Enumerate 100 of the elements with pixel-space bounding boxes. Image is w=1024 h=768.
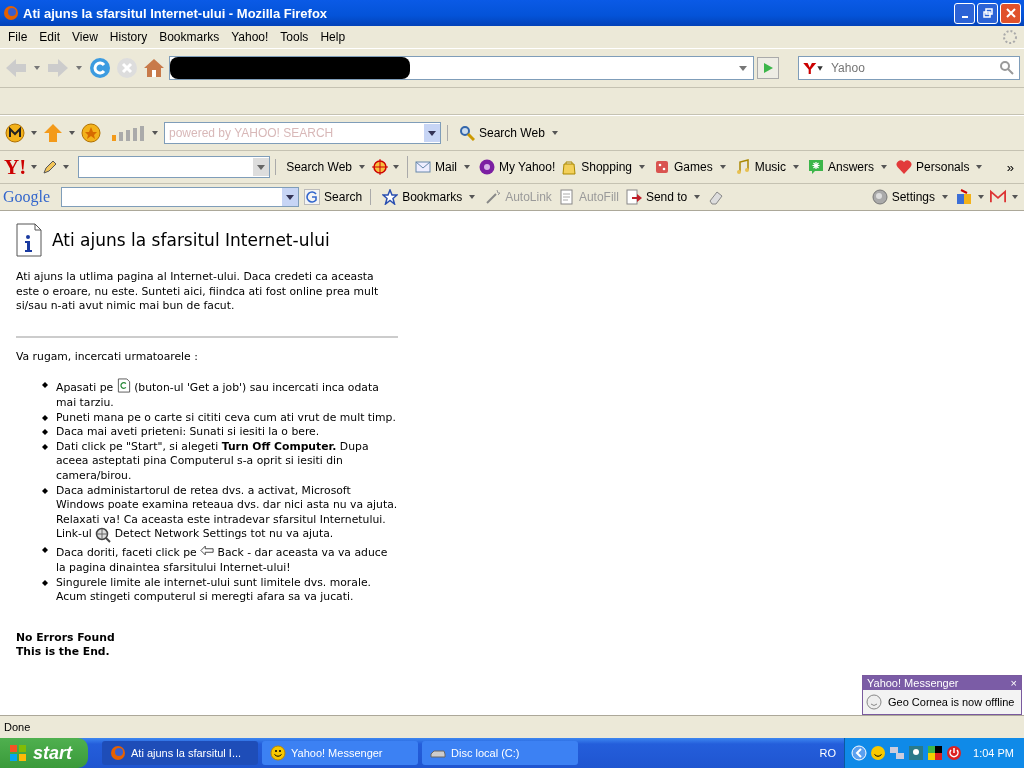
- caret-icon[interactable]: [34, 66, 40, 70]
- taskbar-button[interactable]: Yahoo! Messenger: [262, 741, 418, 765]
- google-logo[interactable]: Google: [3, 188, 51, 206]
- language-indicator[interactable]: RO: [819, 747, 837, 759]
- caret-icon[interactable]: [31, 131, 37, 135]
- more-button[interactable]: »: [1000, 159, 1020, 175]
- caret-icon: [359, 165, 365, 169]
- menu-item[interactable]: File: [2, 30, 34, 44]
- caret-icon[interactable]: [393, 165, 399, 169]
- m-badge-icon[interactable]: [5, 123, 25, 143]
- address-field[interactable]: [169, 56, 754, 80]
- music-note-icon: [734, 159, 751, 175]
- my-badge-icon: [479, 159, 495, 175]
- power-icon[interactable]: [946, 745, 963, 761]
- caret-icon[interactable]: [978, 195, 984, 199]
- home-icon[interactable]: [142, 56, 166, 80]
- throbber-icon: [1002, 29, 1018, 45]
- gmail-icon[interactable]: [990, 189, 1006, 205]
- reload-icon[interactable]: [88, 56, 112, 80]
- search-input[interactable]: Yahoo: [827, 61, 999, 75]
- g-square-icon: [304, 189, 321, 205]
- pencil-icon[interactable]: [42, 159, 59, 175]
- caret-icon[interactable]: [63, 165, 70, 169]
- close-button[interactable]: [1000, 2, 1021, 24]
- yahoo-search-field[interactable]: powered by YAHOO! SEARCH: [164, 122, 441, 144]
- minimize-button[interactable]: [954, 2, 975, 24]
- wand-icon: [485, 189, 502, 205]
- colored-squares-icon[interactable]: [927, 745, 944, 761]
- yahoo-logo[interactable]: Y!: [4, 157, 27, 177]
- speech-bubble-icon: [808, 159, 824, 175]
- caret-icon: [464, 165, 470, 169]
- toolbar-button[interactable]: Shopping: [559, 157, 650, 177]
- search-icon: [459, 125, 475, 141]
- menu-item[interactable]: Edit: [33, 30, 67, 44]
- caret-icon[interactable]: [76, 66, 82, 70]
- bullet-icon: [42, 382, 48, 389]
- bullet-icon: [42, 414, 48, 421]
- footer-text: This is the End.: [16, 645, 111, 660]
- smiley-icon[interactable]: [870, 745, 887, 761]
- toolbar-button[interactable]: Music: [732, 157, 804, 177]
- window-title: Ati ajuns la sfarsitul Internet-ului - Mozilla Firefox: [23, 5, 329, 21]
- menu-item[interactable]: History: [103, 30, 154, 44]
- caret-icon: [551, 131, 558, 135]
- star-icon: [382, 189, 399, 205]
- menu-item[interactable]: Tools: [274, 30, 315, 44]
- settings-button[interactable]: Settings: [869, 187, 953, 207]
- taskbar-button[interactable]: Disc local (C:): [422, 741, 578, 765]
- caret-icon[interactable]: [69, 131, 75, 135]
- play-icon: [762, 62, 774, 74]
- smiley-icon: [866, 694, 882, 710]
- chevron-left-icon[interactable]: [851, 745, 868, 761]
- caret-icon[interactable]: [152, 131, 158, 135]
- toolbar-button[interactable]: My Yahoo!: [477, 157, 558, 177]
- star-badge-icon[interactable]: [81, 123, 101, 143]
- list-item-text: Daca doriti, faceti click pe Back - dar aceasta va va aduce la pagina dinaintea sfarsitului Internet-ului!: [56, 543, 398, 576]
- search-input[interactable]: powered by YAHOO! SEARCH: [165, 126, 424, 140]
- toolbar-button[interactable]: Bookmarks: [380, 187, 481, 207]
- menu-item[interactable]: Bookmarks: [153, 30, 226, 44]
- windows-flag-icon: [8, 743, 28, 763]
- caret-icon[interactable]: [31, 165, 38, 169]
- toolbar-button[interactable]: Send to: [623, 187, 706, 207]
- close-icon: [1005, 8, 1016, 18]
- puzzle-icon[interactable]: [956, 189, 972, 205]
- restore-button[interactable]: [977, 2, 998, 24]
- yahoo-toolbar-search-field[interactable]: [78, 156, 271, 178]
- toolbar-button[interactable]: Mail: [413, 157, 475, 177]
- taskbar-button[interactable]: Ati ajuns la sfarsitul I...: [102, 741, 258, 765]
- google-search-field[interactable]: [61, 187, 300, 207]
- heart-icon: [896, 159, 913, 175]
- toolbar-button[interactable]: Search Web: [284, 158, 370, 176]
- eraser-icon[interactable]: [708, 189, 725, 205]
- clock: 1:04 PM: [973, 747, 1014, 759]
- caret-icon[interactable]: [739, 65, 747, 71]
- caret-icon: [694, 195, 701, 199]
- notification-title: Yahoo! Messenger: [867, 677, 959, 689]
- footer-text: No Errors Found: [16, 630, 116, 646]
- caret-icon: [976, 165, 983, 169]
- notification-message: Geo Cornea is now offline: [888, 696, 1015, 708]
- search-icon[interactable]: [999, 60, 1015, 76]
- tray-app-icon[interactable]: [908, 745, 925, 761]
- status-text: Done: [4, 721, 31, 733]
- toolbar-button[interactable]: Answers: [806, 157, 893, 177]
- caret-icon: [469, 195, 476, 199]
- caret-icon[interactable]: [1012, 195, 1018, 199]
- search-field[interactable]: Yahoo: [798, 56, 1020, 80]
- search-web-button[interactable]: Search Web: [457, 123, 563, 143]
- prompt-text: Va rugam, incercati urmatoarele :: [16, 349, 199, 365]
- crosshair-icon[interactable]: [372, 159, 388, 175]
- bullet-icon: [42, 443, 48, 450]
- list-item-text: Dati click pe "Start", si alegeti Turn Off Computer. Dupa aceea asteptati pina Computerul s-a oprit si iesiti din camera/birou.: [56, 439, 370, 484]
- engine-menu-icon[interactable]: [802, 61, 824, 75]
- toolbar-button[interactable]: Personals: [894, 157, 988, 177]
- caret-icon: [793, 165, 799, 169]
- toolbar-button[interactable]: Search: [302, 187, 365, 207]
- close-button[interactable]: ×: [1010, 677, 1017, 689]
- menu-item[interactable]: Yahoo!: [225, 30, 275, 44]
- menu-item[interactable]: Help: [314, 30, 352, 44]
- toolbar-button[interactable]: Games: [652, 157, 731, 177]
- menu-item[interactable]: View: [66, 30, 104, 44]
- form-icon: [558, 189, 575, 205]
